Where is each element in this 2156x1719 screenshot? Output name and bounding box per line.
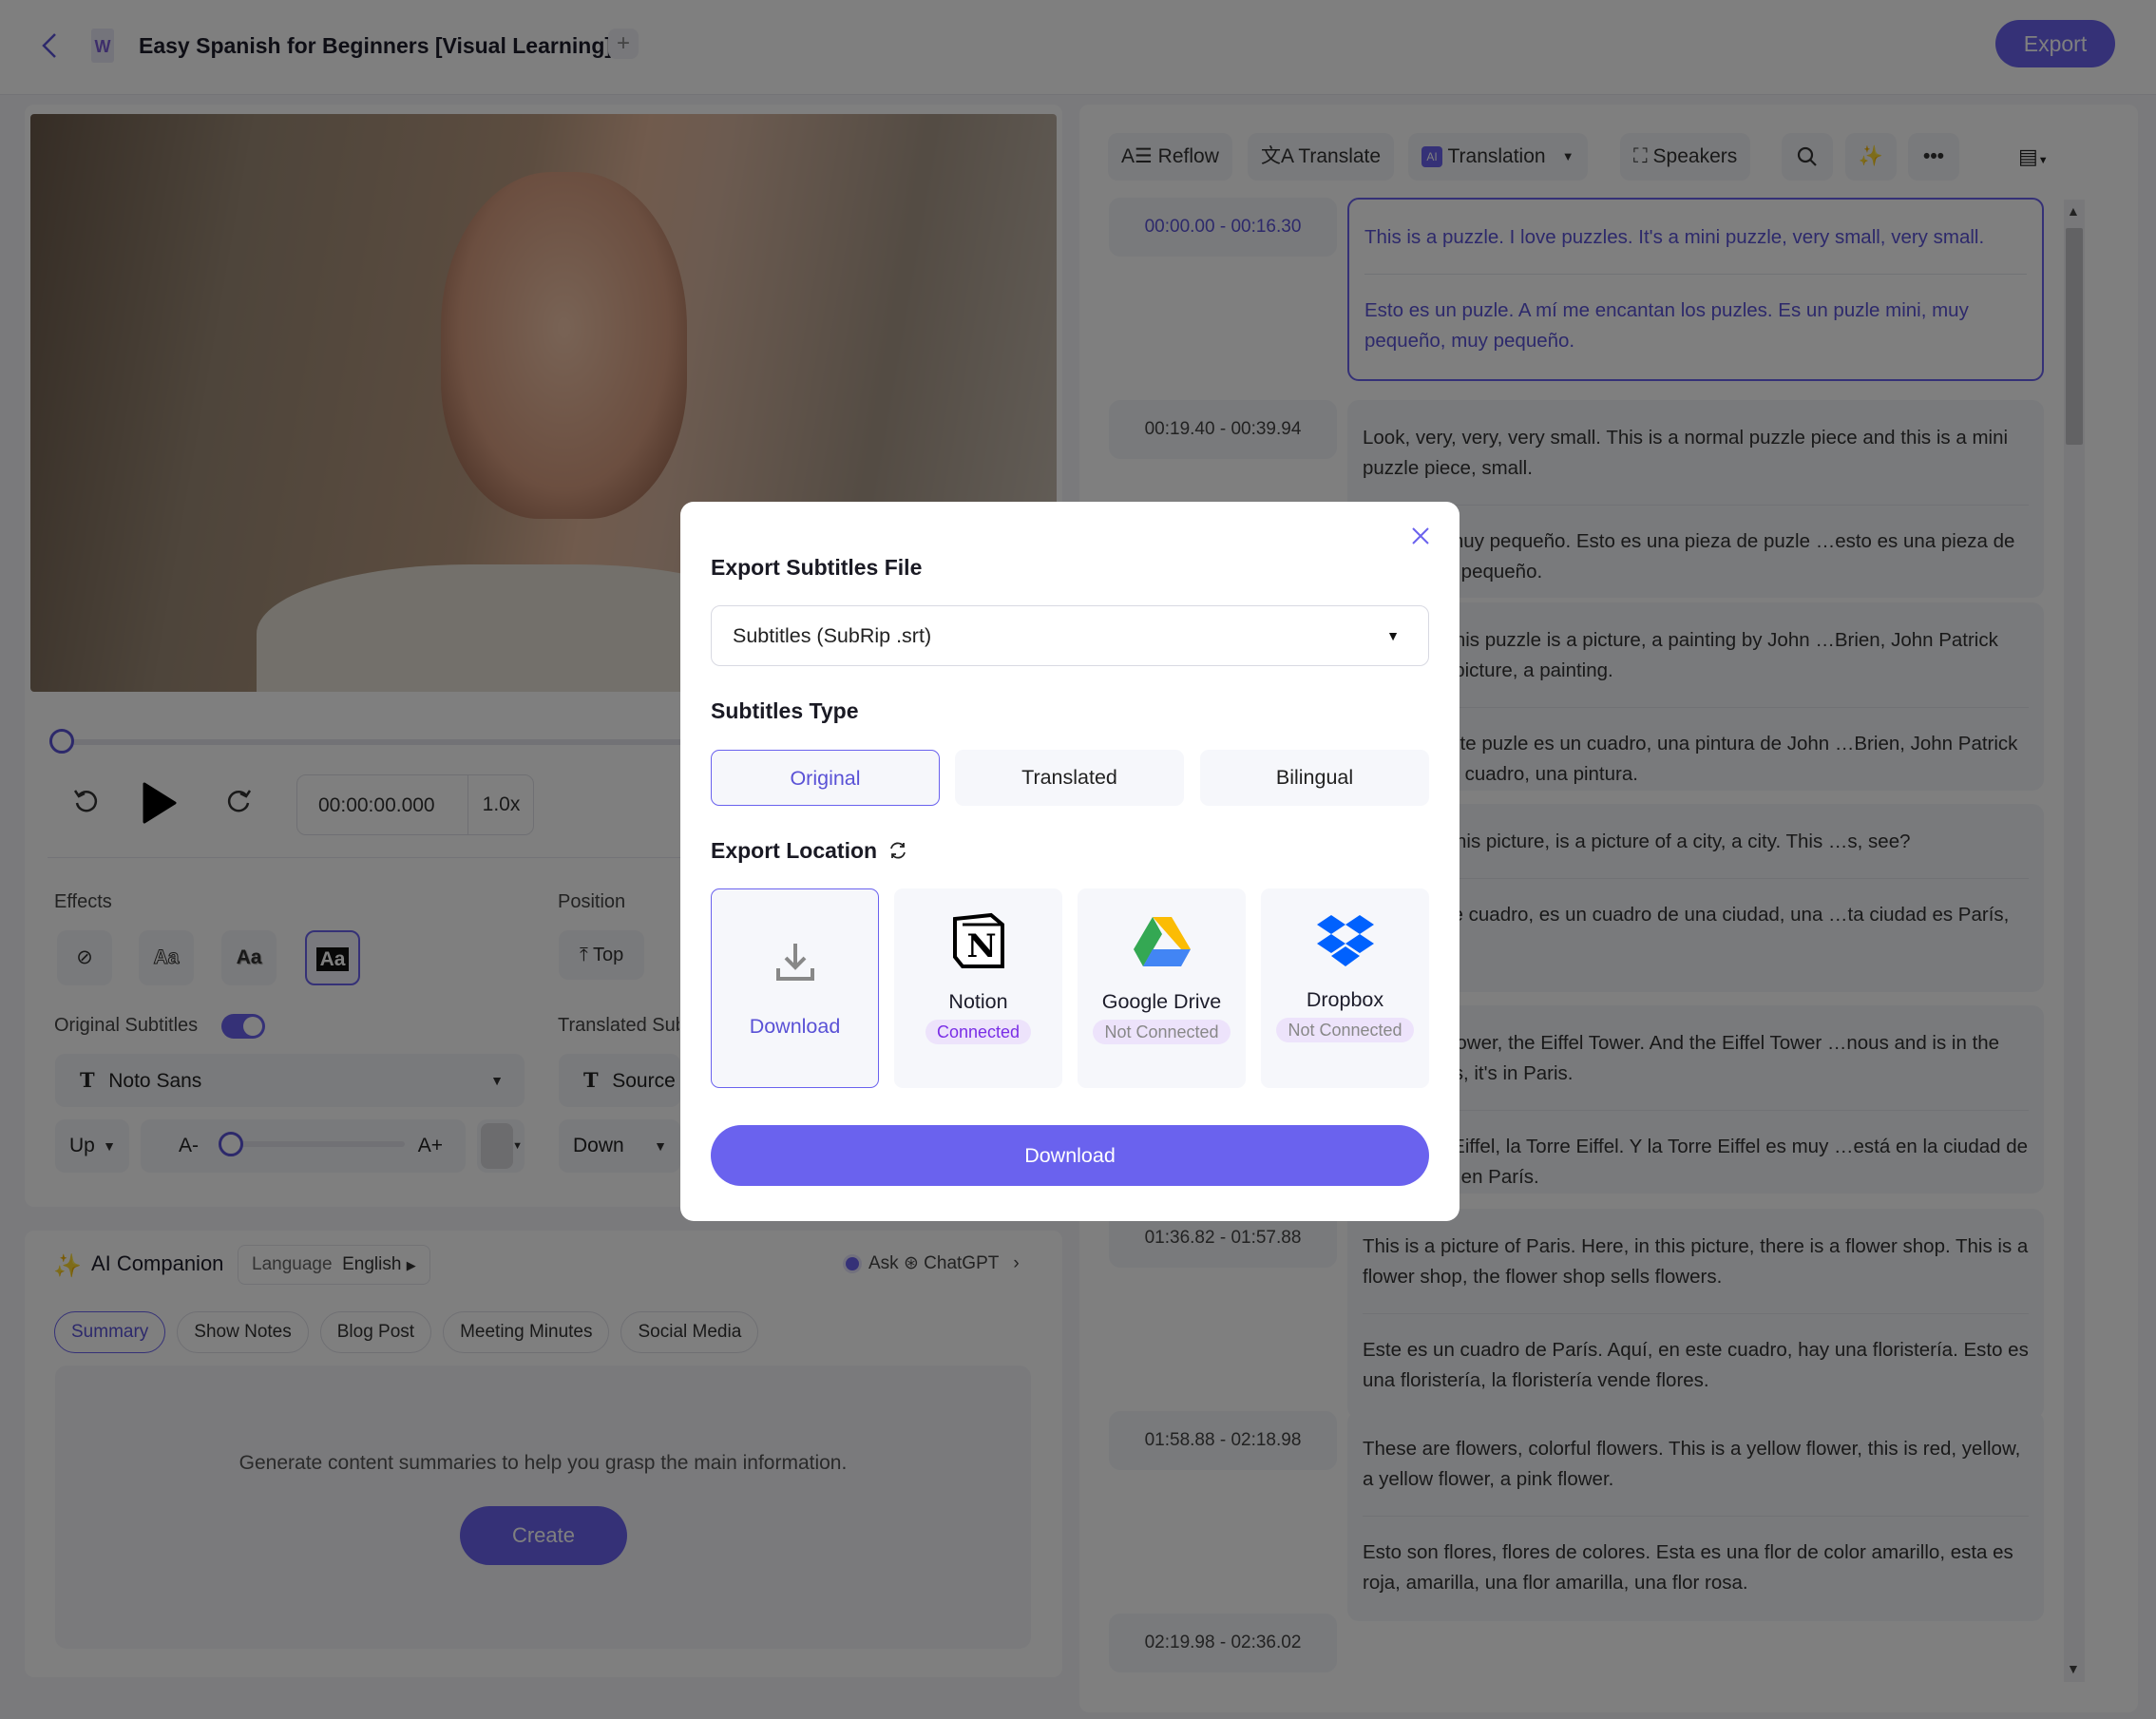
location-name: Download: [749, 1015, 841, 1038]
dropbox-icon: [1316, 915, 1374, 966]
type-original-button[interactable]: Original: [711, 750, 940, 806]
dialog-title: Export Subtitles File: [711, 555, 923, 580]
location-google-drive[interactable]: Google Drive Not Connected: [1078, 888, 1246, 1088]
subtitles-type-label: Subtitles Type: [711, 698, 859, 723]
location-download[interactable]: Download: [711, 888, 879, 1088]
close-icon: [1412, 527, 1429, 544]
notion-icon: N: [952, 912, 1004, 968]
export-location-label: Export Location: [711, 838, 878, 863]
location-notion[interactable]: N Notion Connected: [894, 888, 1062, 1088]
location-dropbox[interactable]: Dropbox Not Connected: [1261, 888, 1429, 1088]
location-name: Dropbox: [1306, 988, 1384, 1011]
download-icon: [775, 944, 814, 981]
google-drive-icon: [1133, 917, 1191, 966]
connection-status-badge: Not Connected: [1093, 1020, 1231, 1044]
download-button[interactable]: Download: [711, 1125, 1429, 1186]
location-name: Notion: [948, 990, 1008, 1013]
format-select[interactable]: Subtitles (SubRip .srt) ▼: [711, 605, 1429, 666]
caret-down-icon: ▼: [1386, 628, 1400, 643]
refresh-icon: [890, 842, 906, 859]
refresh-button[interactable]: [887, 840, 908, 866]
location-name: Google Drive: [1101, 990, 1222, 1013]
type-translated-button[interactable]: Translated: [955, 750, 1184, 806]
connection-status-badge: Not Connected: [1276, 1018, 1414, 1042]
svg-text:N: N: [966, 927, 996, 965]
close-button[interactable]: [1410, 521, 1431, 555]
connection-status-badge: Connected: [925, 1020, 1032, 1044]
type-bilingual-button[interactable]: Bilingual: [1200, 750, 1429, 806]
format-value: Subtitles (SubRip .srt): [733, 624, 932, 647]
